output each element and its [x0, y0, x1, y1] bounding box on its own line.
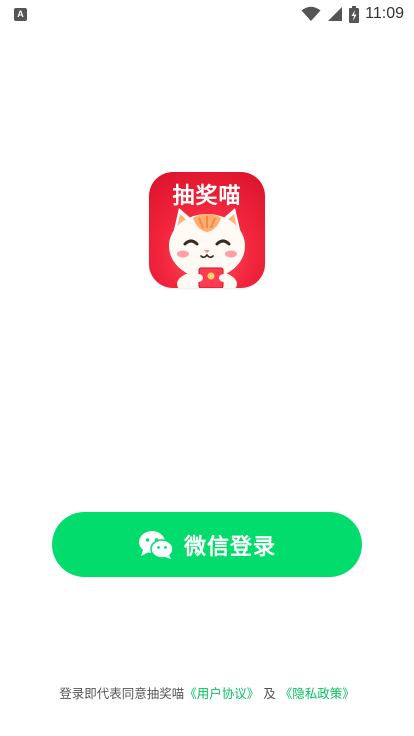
- wechat-login-button[interactable]: 微信登录: [52, 512, 362, 577]
- status-bar-left: A: [14, 7, 27, 21]
- privacy-policy-link[interactable]: 《隐私政策》: [280, 686, 355, 701]
- agreement-prefix: 登录即代表同意抽奖喵: [59, 686, 185, 701]
- status-bar: A 11:09: [0, 0, 414, 28]
- agreement-text: 登录即代表同意抽奖喵《用户协议》 及 《隐私政策》: [0, 683, 414, 702]
- app-icon-title: 抽奖喵: [172, 184, 242, 209]
- wifi-icon: [301, 6, 321, 21]
- battery-charging-icon: [349, 5, 360, 23]
- signal-icon: [328, 7, 343, 21]
- notification-icon: A: [14, 7, 27, 21]
- wechat-icon: [138, 530, 174, 559]
- status-bar-right: 11:09: [301, 5, 404, 23]
- status-time: 11:09: [365, 5, 404, 22]
- app-icon: 抽奖喵: [149, 172, 265, 288]
- login-screen: A 11:09 抽奖喵 微信登录 登录即代表同意抽奖喵《用户协议》 及 《隐私政…: [0, 0, 414, 736]
- user-agreement-link[interactable]: 《用户协议》: [184, 686, 259, 701]
- agreement-connector: 及: [263, 686, 276, 701]
- wechat-login-label: 微信登录: [183, 534, 276, 560]
